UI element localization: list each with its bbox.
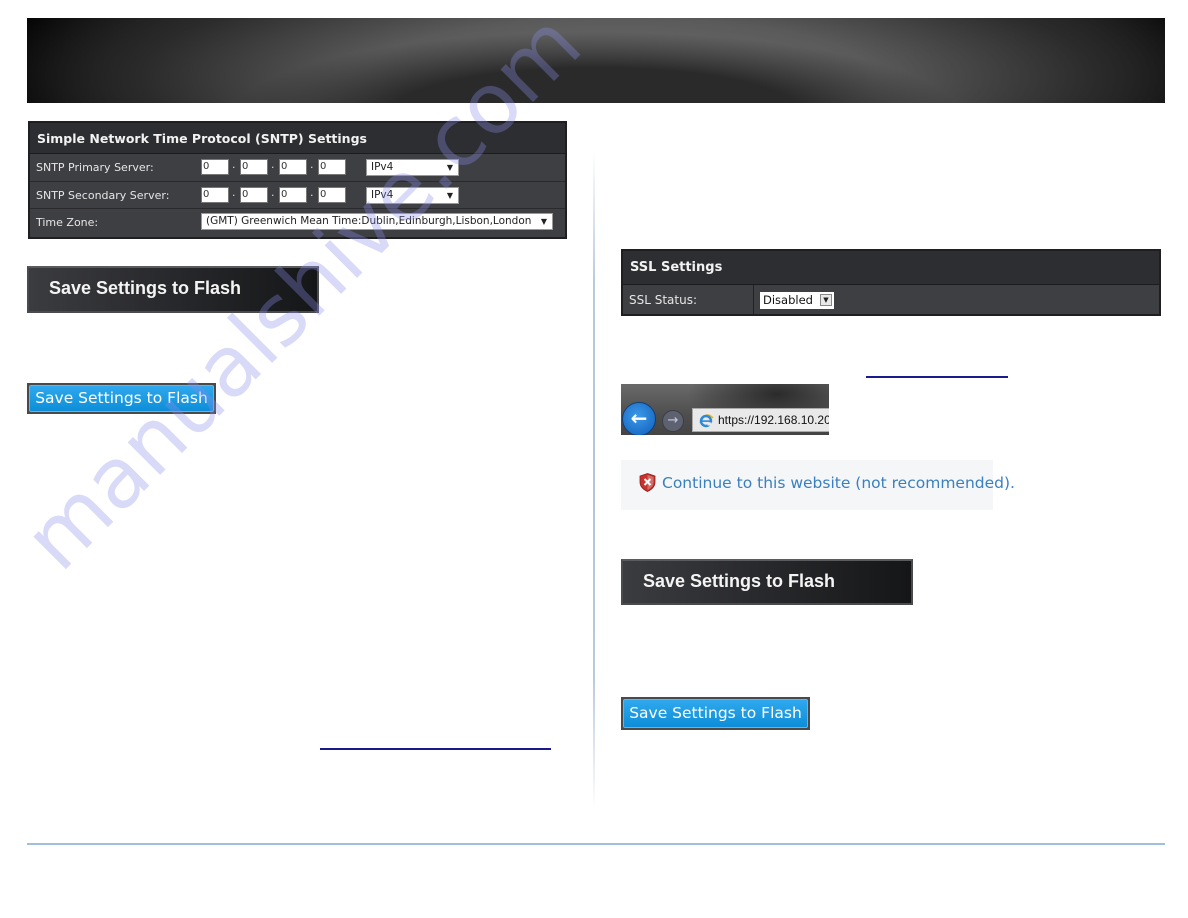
secondary-ip-version-value: IPv4 xyxy=(371,188,394,201)
octet-separator: . xyxy=(232,158,236,171)
octet-separator: . xyxy=(310,158,314,171)
save-settings-to-flash-button[interactable]: Save Settings to Flash xyxy=(27,266,319,313)
chevron-down-icon: ▼ xyxy=(446,163,453,172)
save-button-label: Save Settings to Flash xyxy=(643,571,836,591)
footer-divider xyxy=(27,843,1165,845)
shield-error-icon xyxy=(639,473,656,492)
octet-separator: . xyxy=(271,158,275,171)
header-banner xyxy=(27,18,1165,103)
url-text: https://192.168.10.200/ xyxy=(718,413,829,427)
secondary-ip-version-select[interactable]: IPv4 ▼ xyxy=(366,186,459,204)
sntp-secondary-server-label: SNTP Secondary Server: xyxy=(36,188,170,202)
forward-arrow-icon[interactable]: → xyxy=(662,410,684,432)
primary-octet-3-input[interactable]: 0 xyxy=(279,159,307,175)
browser-address-bar: ← → https://192.168.10.200/ xyxy=(621,384,829,435)
ssl-status-label: SSL Status: xyxy=(629,293,698,307)
save-button-label: Save Settings to Flash xyxy=(49,278,242,298)
ssl-settings-panel: SSL Settings SSL Status: Disabled ▼ xyxy=(621,249,1161,316)
time-zone-value: (GMT) Greenwich Mean Time:Dublin,Edinbur… xyxy=(206,215,532,227)
save-settings-to-flash-blue-button[interactable]: Save Settings to Flash xyxy=(623,699,808,728)
hyperlink-underline[interactable] xyxy=(320,748,551,750)
primary-ip-version-value: IPv4 xyxy=(371,161,394,173)
ssl-status-value: Disabled xyxy=(763,293,813,307)
secondary-octet-2-input[interactable]: 0 xyxy=(240,186,268,203)
continue-to-website-link[interactable]: Continue to this website (not recommende… xyxy=(662,474,1015,492)
url-field[interactable]: https://192.168.10.200/ xyxy=(692,408,829,432)
primary-octet-2-input[interactable]: 0 xyxy=(240,159,268,175)
column-divider xyxy=(593,150,595,810)
secondary-octet-3-input[interactable]: 0 xyxy=(279,186,307,203)
save-settings-to-flash-blue-button-frame: Save Settings to Flash xyxy=(27,383,216,414)
ssl-status-select[interactable]: Disabled ▼ xyxy=(760,292,834,309)
ssl-status-row: SSL Status: Disabled ▼ xyxy=(623,285,1159,316)
save-settings-to-flash-blue-button-frame: Save Settings to Flash xyxy=(621,697,810,730)
sntp-primary-server-label: SNTP Primary Server: xyxy=(36,161,154,174)
octet-separator: . xyxy=(271,185,275,199)
chevron-down-icon: ▼ xyxy=(540,217,547,226)
secondary-octet-1-input[interactable]: 0 xyxy=(201,186,229,203)
primary-octet-1-input[interactable]: 0 xyxy=(201,159,229,175)
hyperlink-underline[interactable] xyxy=(866,376,1008,378)
primary-octet-4-input[interactable]: 0 xyxy=(318,159,346,175)
octet-separator: . xyxy=(232,185,236,199)
sntp-secondary-server-row: SNTP Secondary Server: 0 . 0 . 0 . 0 IPv… xyxy=(30,182,565,209)
certificate-warning: Continue to this website (not recommende… xyxy=(621,460,1015,510)
back-arrow-icon[interactable]: ← xyxy=(622,402,656,435)
sntp-settings-panel: Simple Network Time Protocol (SNTP) Sett… xyxy=(28,121,567,239)
octet-separator: . xyxy=(310,185,314,199)
time-zone-row: Time Zone: (GMT) Greenwich Mean Time:Dub… xyxy=(30,209,565,237)
time-zone-label: Time Zone: xyxy=(36,216,99,229)
secondary-octet-4-input[interactable]: 0 xyxy=(318,186,346,203)
ssl-panel-title: SSL Settings xyxy=(623,251,1159,285)
chevron-down-icon: ▼ xyxy=(820,294,832,306)
time-zone-select[interactable]: (GMT) Greenwich Mean Time:Dublin,Edinbur… xyxy=(201,213,553,230)
chevron-down-icon: ▼ xyxy=(446,190,453,200)
sntp-panel-title: Simple Network Time Protocol (SNTP) Sett… xyxy=(30,123,565,154)
save-settings-to-flash-blue-button[interactable]: Save Settings to Flash xyxy=(29,385,214,412)
primary-ip-version-select[interactable]: IPv4 ▼ xyxy=(366,159,459,176)
column-separator xyxy=(753,285,754,316)
save-settings-to-flash-button[interactable]: Save Settings to Flash xyxy=(621,559,913,605)
internet-explorer-icon xyxy=(699,414,714,428)
sntp-primary-server-row: SNTP Primary Server: 0 . 0 . 0 . 0 IPv4 … xyxy=(30,154,565,182)
